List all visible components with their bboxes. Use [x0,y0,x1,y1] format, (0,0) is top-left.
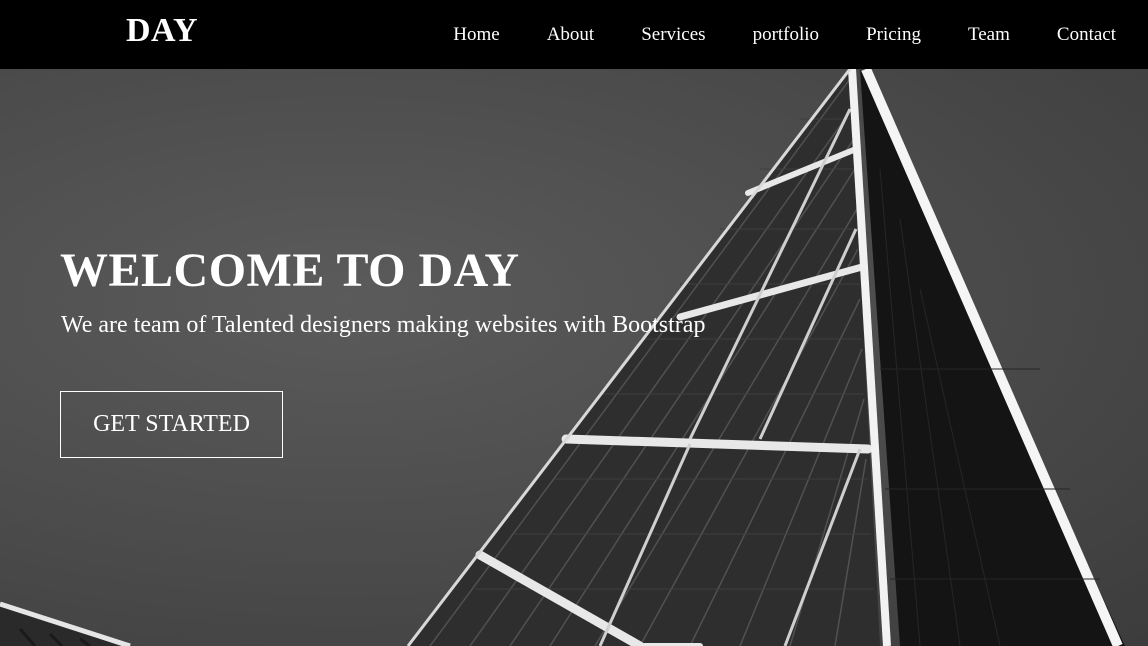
main-nav: Home About Services portfolio Pricing Te… [406,0,1116,69]
nav-link-services[interactable]: Services [641,24,705,46]
nav-link-about[interactable]: About [547,24,595,46]
page: DAY Home About Services portfolio Pricin… [0,0,1148,646]
nav-link-pricing[interactable]: Pricing [866,24,921,46]
nav-link-contact[interactable]: Contact [1057,24,1116,46]
hero-background-image [0,69,1125,646]
nav-link-team[interactable]: Team [968,24,1010,46]
logo-link[interactable]: DAY [126,12,198,50]
nav-link-portfolio[interactable]: portfolio [753,24,820,46]
hero-title: WELCOME TO DAY [60,244,520,297]
site-header: DAY Home About Services portfolio Pricin… [0,0,1148,69]
nav-link-home[interactable]: Home [453,24,499,46]
get-started-button[interactable]: GET STARTED [60,391,283,458]
hero-section: WELCOME TO DAY We are team of Talented d… [0,69,1148,646]
hero-subtitle: We are team of Talented designers making… [61,312,706,338]
